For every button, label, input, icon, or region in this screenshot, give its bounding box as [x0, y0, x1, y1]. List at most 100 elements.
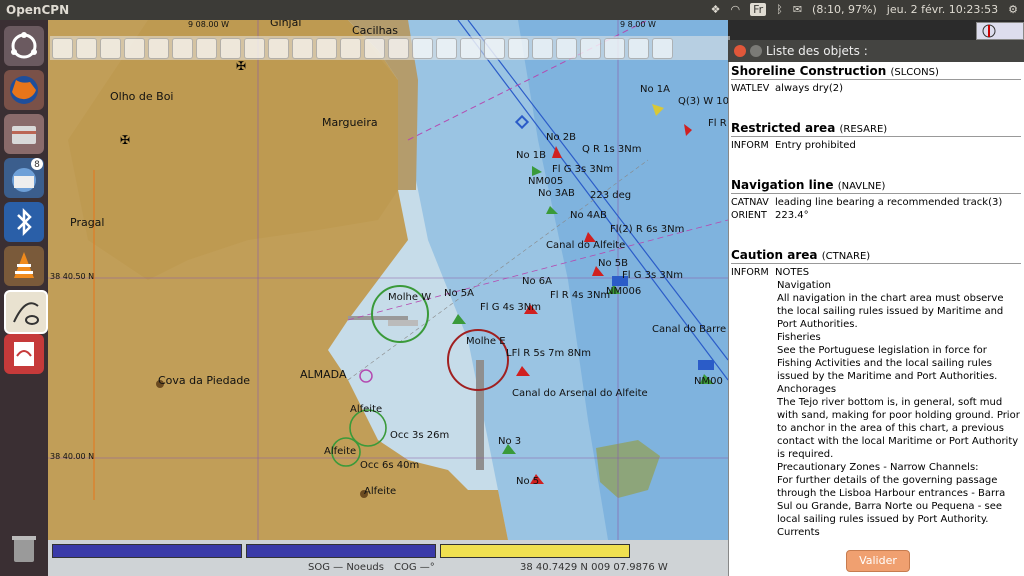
help-icon[interactable] [388, 37, 409, 59]
text-tool-icon[interactable] [604, 37, 625, 59]
chart-label: NM00 [694, 376, 723, 387]
settings-icon[interactable] [196, 37, 217, 59]
chart-label: Canal do Barre [652, 324, 727, 335]
chart-label: Alfeite [350, 404, 383, 415]
object-entry: Shoreline Construction (SLCONS) WATLEV al… [731, 64, 1021, 95]
chart-label: Molhe E [466, 336, 506, 347]
chart-bar-1[interactable] [52, 544, 242, 558]
keyboard-layout[interactable]: Fr [750, 3, 767, 16]
radar-icon[interactable] [652, 37, 673, 59]
route-manager-icon[interactable] [316, 37, 337, 59]
note-line: Anchorages [777, 384, 837, 395]
bluetooth-tray-icon[interactable]: ᛒ [776, 3, 783, 16]
chart-label: Fl G 4s 3Nm [480, 302, 541, 313]
chart-label: Fl(2) R 6s 3Nm [610, 224, 685, 235]
ubuntu-icon[interactable] [4, 26, 44, 66]
chart-label: No 5B [598, 258, 628, 269]
status-bar: SOG — Noeuds COG —° 38 40.7429 N 009 07.… [48, 540, 728, 576]
note-line: All navigation in the chart area must ob… [777, 293, 1004, 330]
longitude-label: 9 8.00 W [620, 20, 656, 29]
minimize-icon[interactable] [750, 45, 762, 57]
object-code: (RESARE) [839, 124, 888, 135]
object-name: Caution area [731, 248, 818, 262]
chart-label: No 6A [522, 276, 552, 287]
search-icon[interactable] [556, 37, 577, 59]
note-line: Precautionary Zones - Narrow Channels: [777, 462, 979, 473]
attr-key: INFORM [731, 267, 769, 278]
tide-icon[interactable] [268, 37, 289, 59]
latitude-label: 38 40.50 N [50, 272, 95, 281]
opencpn-icon[interactable] [4, 290, 48, 334]
trash-icon[interactable] [4, 528, 44, 568]
chart-label: Fl R [708, 118, 727, 129]
attr-value: Entry prohibited [775, 140, 856, 151]
position-readout: 38 40.7429 N 009 07.9876 W [520, 562, 668, 573]
print-icon[interactable] [292, 37, 313, 59]
note-line: The Tejo river bottom is, in general, so… [777, 397, 1020, 460]
ais-icon[interactable] [412, 37, 433, 59]
attr-key: INFORM [731, 140, 769, 151]
chart-label: Cova da Piedade [158, 374, 251, 387]
object-code: (CTNARE) [821, 251, 871, 262]
firefox-icon[interactable] [4, 70, 44, 110]
chart-bar-2[interactable] [246, 544, 436, 558]
mail-icon[interactable]: ✉ [793, 3, 802, 16]
chart-toolbar [50, 36, 730, 60]
bluetooth-icon[interactable] [4, 202, 44, 242]
chart-bar-3[interactable] [440, 544, 630, 558]
evince-icon[interactable] [4, 334, 44, 374]
clock[interactable]: jeu. 2 févr. 10:23:53 [887, 3, 998, 16]
scale-in-icon[interactable] [100, 37, 121, 59]
chart-label: No 1B [516, 150, 546, 161]
compass-widget[interactable] [976, 22, 1024, 40]
attr-value: always dry(2) [775, 83, 844, 94]
chart-label: Molhe W [388, 292, 432, 303]
dashboard-icon[interactable] [532, 37, 553, 59]
battery-status[interactable]: (8:10, 97%) [812, 3, 877, 16]
svg-text:✠: ✠ [120, 133, 130, 147]
top-panel: OpenCPN ❖ ◠ Fr ᛒ ✉ (8:10, 97%) jeu. 2 fé… [0, 0, 1024, 20]
scale-out-icon[interactable] [124, 37, 145, 59]
chart-label: Fl G 3s 3Nm [622, 270, 683, 281]
chart-label: Occ 6s 40m [360, 460, 420, 471]
chart-label: No 5 [516, 476, 540, 487]
play-icon[interactable] [580, 37, 601, 59]
object-code: (NAVLNE) [837, 181, 886, 192]
route-icon[interactable] [148, 37, 169, 59]
dialog-title: Liste des objets : [766, 44, 868, 58]
close-icon[interactable] [734, 45, 746, 57]
validate-button[interactable]: Valider [846, 550, 910, 572]
longitude-label: 9 08.00 W [188, 20, 229, 29]
chart-label: Alfeite [364, 486, 397, 497]
track-icon[interactable] [340, 37, 361, 59]
weather-icon[interactable] [484, 37, 505, 59]
chart-label: ALMADA [300, 368, 347, 381]
chart-label: No 3 [498, 436, 522, 447]
chart-label: No 4AB [570, 210, 607, 221]
current-icon[interactable] [244, 37, 265, 59]
zoom-in-icon[interactable] [52, 37, 73, 59]
attr-value: NOTES [775, 267, 810, 278]
plugin-icon[interactable] [460, 37, 481, 59]
chart-label: Pragal [70, 216, 105, 229]
colorscheme-icon[interactable] [364, 37, 385, 59]
object-entry: Caution area (CTNARE) INFORM NOTES Naviga… [731, 248, 1021, 539]
vlc-icon[interactable] [4, 246, 44, 286]
chart-canvas[interactable]: ✠ ✠ Ginjal Cacilhas Olho de Boi Margueir… [48, 20, 728, 540]
shipdriver-icon[interactable] [628, 37, 649, 59]
wifi-icon[interactable]: ◠ [731, 3, 741, 16]
text-icon[interactable] [220, 37, 241, 59]
thunderbird-badge: 8 [34, 160, 40, 170]
thunderbird-icon[interactable]: 8 [4, 158, 44, 198]
follow-icon[interactable] [172, 37, 193, 59]
notes-text: Navigation All navigation in the chart a… [777, 279, 1021, 539]
gear-icon[interactable]: ⚙ [1008, 3, 1018, 16]
latitude-label: 38 40.00 N [50, 452, 95, 461]
chart-label: Alfeite [324, 446, 357, 457]
dropbox-icon[interactable]: ❖ [711, 3, 721, 16]
attr-value: 223.4° [775, 210, 809, 221]
grib-icon[interactable] [508, 37, 529, 59]
files-icon[interactable] [4, 114, 44, 154]
zoom-out-icon[interactable] [76, 37, 97, 59]
mob-icon[interactable] [436, 37, 457, 59]
